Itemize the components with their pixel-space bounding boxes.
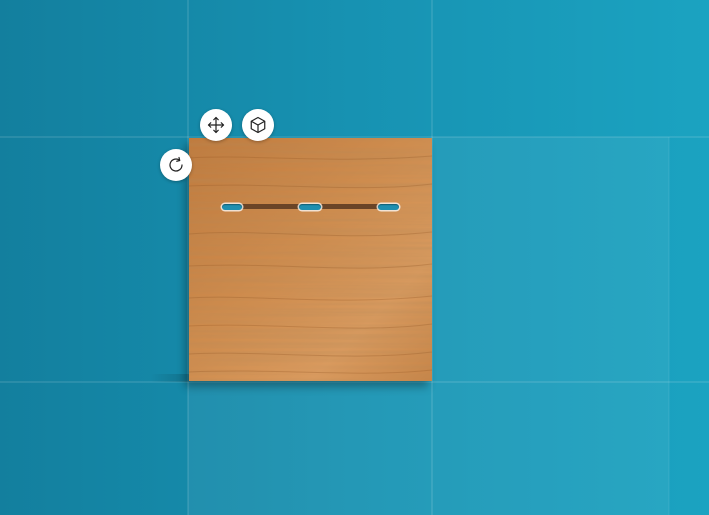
canvas-stage[interactable] [0, 0, 709, 515]
rotate-button[interactable] [160, 149, 192, 181]
grid-line [668, 137, 670, 515]
move-button[interactable] [200, 109, 232, 141]
grid-cell [188, 382, 432, 515]
peg-slot[interactable] [222, 204, 242, 210]
peg-slot[interactable] [299, 204, 321, 210]
grid-line [0, 381, 709, 383]
move-icon [207, 116, 225, 134]
wood-panel[interactable] [189, 138, 432, 381]
view-3d-button[interactable] [242, 109, 274, 141]
panel-shadow [150, 374, 192, 382]
rotate-icon [169, 156, 183, 172]
wood-texture [189, 138, 432, 381]
peg-slot[interactable] [378, 204, 399, 210]
cube-icon [250, 116, 266, 134]
grid-cell [432, 137, 669, 382]
grid-cell [432, 382, 669, 515]
shelf-rail [241, 204, 301, 209]
shelf-rail [321, 204, 379, 209]
